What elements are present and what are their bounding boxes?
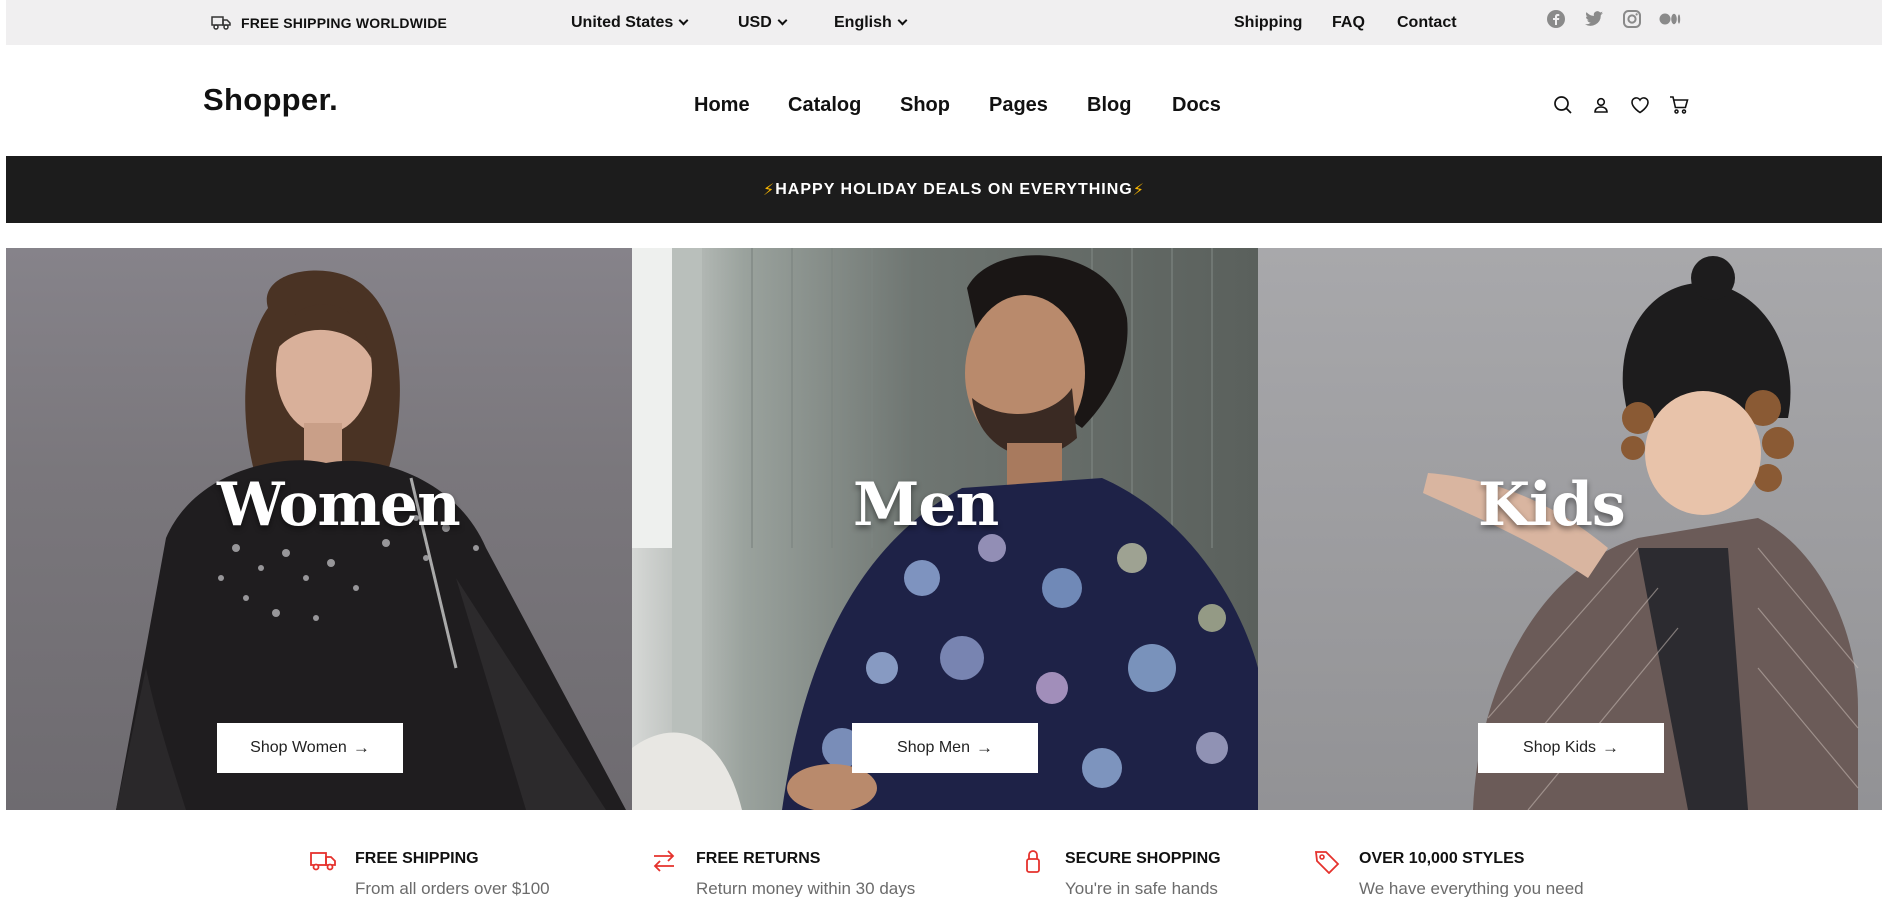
search-icon[interactable] [1551, 93, 1575, 117]
lightning-icon: ⚡ [763, 181, 776, 199]
kids-title: Kids [1478, 470, 1626, 540]
arrow-right-icon: → [975, 738, 993, 757]
language-dropdown[interactable]: English [834, 0, 908, 45]
arrow-right-icon: → [1601, 738, 1619, 757]
nav-home[interactable]: Home [694, 94, 750, 117]
nav-docs[interactable]: Docs [1172, 94, 1221, 117]
shop-kids-button[interactable]: Shop Kids → [1478, 723, 1664, 773]
feature-title: OVER 10,000 STYLES [1359, 850, 1525, 867]
contact-link[interactable]: Contact [1397, 0, 1457, 45]
truck-icon [211, 15, 231, 30]
faq-link[interactable]: FAQ [1332, 0, 1365, 45]
hero-women-panel[interactable]: Women Shop Women → [6, 248, 632, 810]
instagram-icon[interactable] [1621, 8, 1643, 30]
heart-icon[interactable] [1628, 93, 1652, 117]
free-shipping-text: FREE SHIPPING WORLDWIDE [241, 14, 448, 31]
feature-title: FREE SHIPPING [355, 850, 479, 867]
nav-catalog[interactable]: Catalog [788, 94, 861, 117]
feature-subtitle: Return money within 30 days [696, 879, 916, 897]
feature-title: SECURE SHOPPING [1065, 850, 1221, 867]
shop-women-label: Shop Women [250, 739, 347, 756]
shipping-link[interactable]: Shipping [1234, 0, 1302, 45]
women-title: Women [217, 470, 461, 540]
main-header: Shopper. Home Catalog Shop Pages Blog Do… [6, 45, 1882, 156]
nav-shop[interactable]: Shop [900, 94, 950, 117]
nav-pages[interactable]: Pages [989, 94, 1048, 117]
features-bar: FREE SHIPPING From all orders over $100 … [0, 810, 1882, 897]
lightning-icon: ⚡ [1132, 181, 1145, 199]
logo[interactable]: Shopper. [203, 82, 338, 118]
promo-text: HAPPY HOLIDAY DEALS ON EVERYTHING [775, 180, 1133, 198]
feature-title: FREE RETURNS [696, 850, 821, 867]
chevron-down-icon [777, 15, 788, 25]
twitter-icon[interactable] [1583, 8, 1605, 30]
country-label: United States [571, 13, 674, 31]
shop-men-button[interactable]: Shop Men → [852, 723, 1038, 773]
exchange-arrows-icon [653, 850, 675, 872]
country-dropdown[interactable]: United States [571, 0, 689, 45]
shop-men-label: Shop Men [897, 739, 970, 756]
arrow-right-icon: → [352, 738, 370, 757]
medium-icon[interactable] [1659, 8, 1681, 30]
men-title: Men [853, 470, 999, 540]
cart-icon[interactable] [1667, 93, 1691, 117]
lock-icon [1026, 850, 1040, 873]
user-icon[interactable] [1589, 93, 1613, 117]
feature-subtitle: You're in safe hands [1065, 879, 1218, 897]
currency-dropdown[interactable]: USD [738, 0, 788, 45]
hero-men-panel[interactable]: Men Shop Men → [632, 248, 1258, 810]
facebook-icon[interactable] [1545, 8, 1567, 30]
feature-subtitle: From all orders over $100 [355, 879, 550, 897]
chevron-down-icon [897, 15, 908, 25]
truck-icon [310, 852, 336, 871]
chevron-down-icon [678, 15, 689, 25]
shop-women-button[interactable]: Shop Women → [217, 723, 403, 773]
hero-kids-panel[interactable]: Kids Shop Kids → [1258, 248, 1882, 810]
promo-banner: ⚡ HAPPY HOLIDAY DEALS ON EVERYTHING ⚡ [6, 156, 1882, 223]
language-label: English [834, 13, 892, 31]
shop-kids-label: Shop Kids [1523, 739, 1596, 756]
currency-label: USD [738, 13, 772, 31]
top-bar: FREE SHIPPING WORLDWIDE United States US… [6, 0, 1882, 45]
feature-subtitle: We have everything you need [1359, 879, 1584, 897]
tag-icon [1314, 851, 1340, 874]
nav-blog[interactable]: Blog [1087, 94, 1131, 117]
free-shipping-notice: FREE SHIPPING WORLDWIDE [211, 0, 447, 45]
